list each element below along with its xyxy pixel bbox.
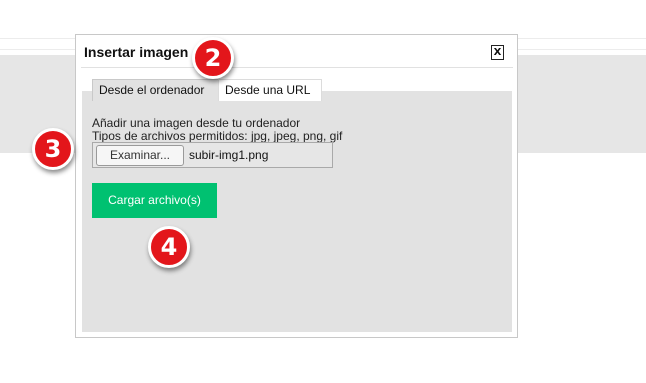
step-badge-2: 2: [192, 37, 234, 79]
file-input[interactable]: Examinar... subir-img1.png: [92, 142, 333, 168]
close-button[interactable]: X: [491, 45, 504, 60]
tab-from-url[interactable]: Desde una URL: [218, 79, 322, 101]
dialog-title: Insertar imagen: [84, 44, 189, 60]
insert-image-dialog: Insertar imagen X Añadir una imagen desd…: [75, 34, 518, 338]
browse-button[interactable]: Examinar...: [96, 145, 184, 166]
upload-panel: Añadir una imagen desde tu ordenador Tip…: [82, 91, 512, 332]
upload-instruction: Añadir una imagen desde tu ordenador: [92, 116, 301, 130]
step-badge-3: 3: [32, 128, 74, 170]
upload-button[interactable]: Cargar archivo(s): [92, 183, 217, 218]
tab-from-computer[interactable]: Desde el ordenador: [92, 79, 219, 101]
allowed-types-text: Tipos de archivos permitidos: jpg, jpeg,…: [92, 129, 343, 143]
step-badge-4: 4: [148, 226, 190, 268]
selected-file-name: subir-img1.png: [189, 148, 269, 162]
title-divider: [81, 67, 513, 68]
